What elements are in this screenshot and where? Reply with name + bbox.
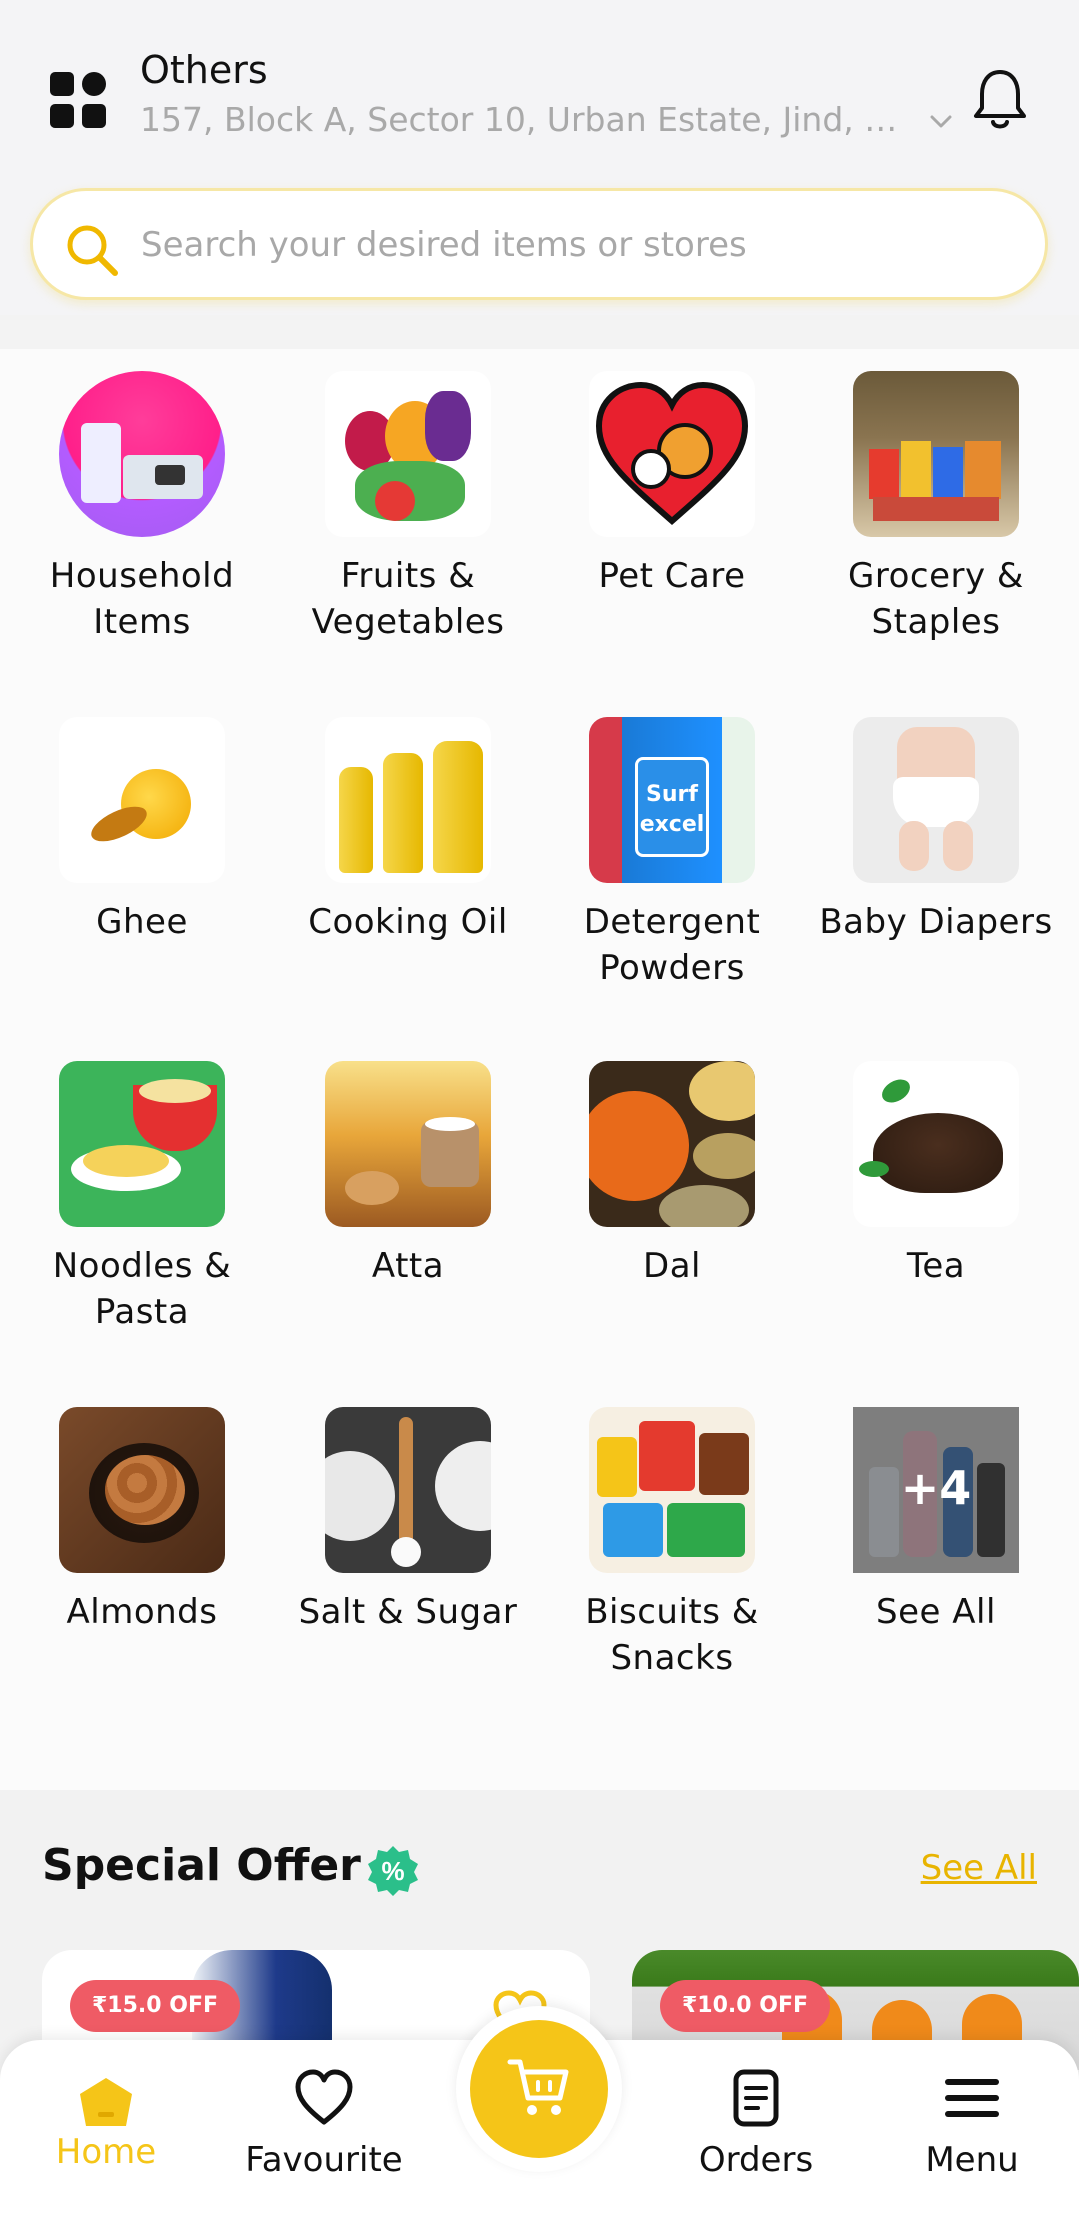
see-all-image: +4 [853,1407,1019,1573]
pet-care-image [589,371,755,537]
special-offer-see-all-link[interactable]: See All [921,1848,1037,1888]
category-label: Baby Diapers [819,902,1053,942]
category-label: Atta [371,1246,445,1286]
discount-badge: ₹15.0 OFF [70,1980,241,2032]
nav-orders-label: Orders [698,2140,814,2180]
category-label: Cooking Oil [308,902,508,942]
baby-diapers-image [853,717,1019,883]
category-label: Salt & Sugar [298,1592,518,1632]
cooking-oil-image [325,717,491,883]
nav-home-label: Home [55,2132,157,2172]
category-label: See All [876,1592,996,1632]
salt-sugar-image [325,1407,491,1573]
category-salt-sugar[interactable]: Salt & Sugar [276,1407,540,1635]
special-offer-title: Special Offer [42,1840,361,1891]
discount-icon: % [368,1846,418,1896]
search-bar[interactable]: Search your desired items or stores [30,188,1048,300]
category-label: Household Items [49,556,235,642]
category-dal[interactable]: Dal [540,1061,804,1289]
cart-icon [507,2059,569,2115]
search-section: Search your desired items or stores [0,180,1079,315]
category-atta[interactable]: Atta [276,1061,540,1289]
notification-bell-icon[interactable] [970,66,1030,134]
category-grid: Household Items Fruits & Vegetables Pet … [0,349,1079,1789]
section-divider [0,315,1079,349]
category-fruits-vegetables[interactable]: Fruits & Vegetables [276,371,540,645]
search-icon [67,225,118,276]
nav-home[interactable]: Home [6,2040,206,2217]
nav-orders[interactable]: Orders [656,2040,856,2217]
biscuits-snacks-image [589,1407,755,1573]
category-noodles-pasta[interactable]: Noodles & Pasta [10,1061,274,1335]
orders-icon [733,2069,779,2127]
category-biscuits-snacks[interactable]: Biscuits & Snacks [540,1407,804,1681]
grocery-staples-image [853,371,1019,537]
chevron-down-icon[interactable] [926,106,956,136]
category-label: Tea [906,1246,966,1286]
category-grid-icon[interactable] [50,72,106,128]
category-almonds[interactable]: Almonds [10,1407,274,1635]
category-household-items[interactable]: Household Items [10,371,274,645]
location-type[interactable]: Others [140,48,268,92]
category-label: Biscuits & Snacks [585,1592,759,1678]
category-detergent-powders[interactable]: Surf excel Detergent Powders [540,717,804,991]
category-grocery-staples[interactable]: Grocery & Staples [804,371,1068,645]
heart-pet-icon [595,381,749,526]
category-label: Almonds [66,1592,218,1632]
category-pet-care[interactable]: Pet Care [540,371,804,599]
fruits-vegetables-image [325,371,491,537]
category-label: Noodles & Pasta [52,1246,232,1332]
category-label: Dal [643,1246,701,1286]
almonds-image [59,1407,225,1573]
location-address[interactable]: 157, Block A, Sector 10, Urban Estate, J… [140,100,910,139]
ghee-image [59,717,225,883]
category-baby-diapers[interactable]: Baby Diapers [804,717,1068,945]
search-input[interactable]: Search your desired items or stores [141,225,747,265]
category-label: Grocery & Staples [848,556,1024,642]
discount-badge: ₹10.0 OFF [660,1980,831,2032]
heart-icon [295,2069,353,2125]
cart-button[interactable] [470,2020,608,2158]
nav-menu-label: Menu [925,2140,1019,2180]
detergent-powders-image: Surf excel [589,717,755,883]
category-label: Fruits & Vegetables [311,556,505,642]
dal-image [589,1061,755,1227]
nav-menu[interactable]: Menu [872,2040,1072,2217]
atta-image [325,1061,491,1227]
category-tea[interactable]: Tea [804,1061,1068,1289]
tea-image [853,1061,1019,1227]
category-label: Detergent Powders [583,902,761,988]
category-label: Pet Care [598,556,746,596]
menu-icon [945,2079,999,2117]
category-label: Ghee [96,902,188,942]
see-all-count: +4 [900,1461,972,1515]
nav-favourite-label: Favourite [245,2140,403,2180]
category-cooking-oil[interactable]: Cooking Oil [276,717,540,945]
nav-favourite[interactable]: Favourite [224,2040,424,2217]
category-see-all[interactable]: +4 See All [804,1407,1068,1635]
home-icon [80,2078,132,2126]
svg-text:%: % [381,1856,404,1886]
household-items-image [59,371,225,537]
noodles-pasta-image [59,1061,225,1227]
header: Others 157, Block A, Sector 10, Urban Es… [0,0,1079,180]
category-ghee[interactable]: Ghee [10,717,274,945]
